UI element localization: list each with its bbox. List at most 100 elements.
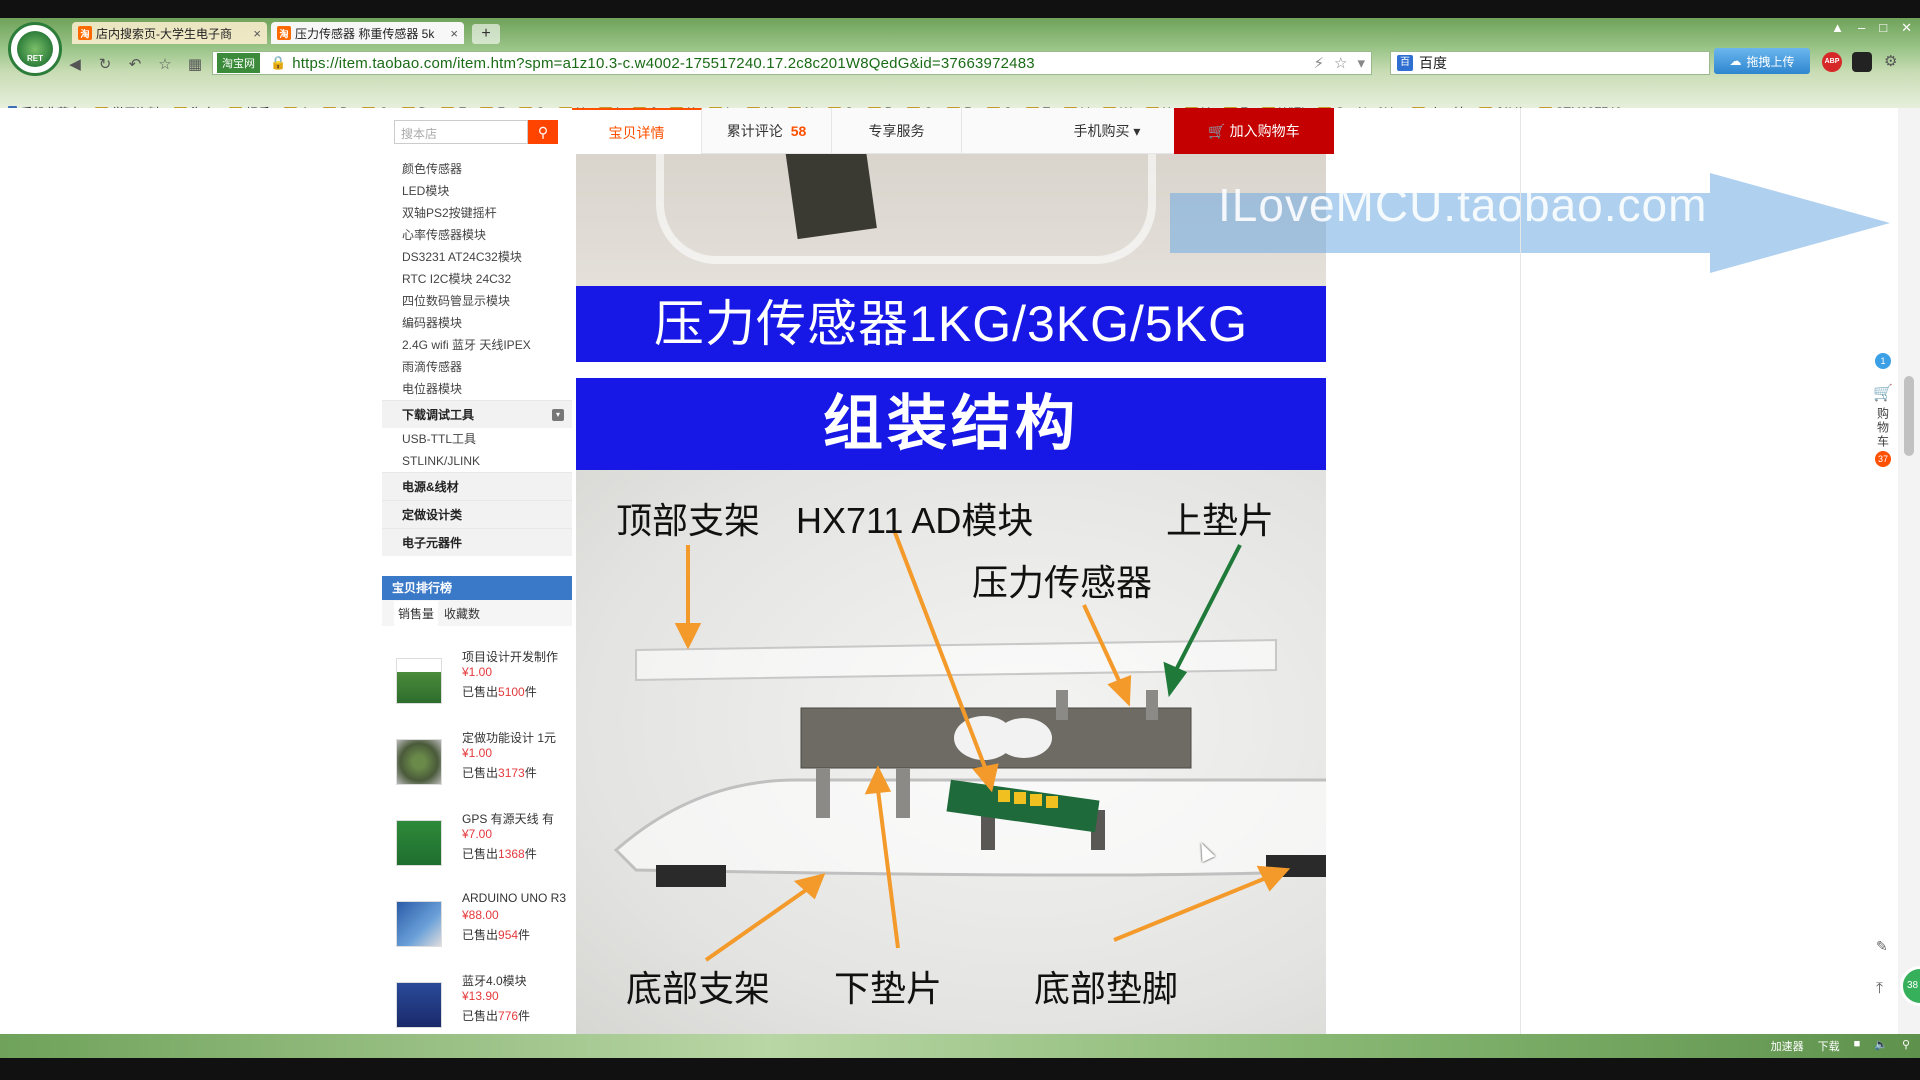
category-group-power[interactable]: 电源&线材	[382, 472, 572, 500]
tab-item-details[interactable]: 宝贝详情	[572, 108, 702, 154]
close-window-icon[interactable]: ✕	[1901, 20, 1912, 36]
apps-icon[interactable]: ▦	[186, 56, 204, 74]
rank-item-title[interactable]: 蓝牙4.0模块	[462, 972, 566, 989]
product-thumbnail[interactable]	[396, 820, 442, 866]
category-item[interactable]: 雨滴传感器	[382, 356, 572, 378]
zoom-icon[interactable]: ⚲	[1902, 1038, 1910, 1054]
lock-icon: 🔒	[270, 55, 287, 70]
new-tab-button[interactable]: +	[472, 24, 500, 44]
rank-item-sold: 已售出776件	[462, 1009, 531, 1023]
rank-item[interactable]: GPS 有源天线 有 ¥7.00 已售出1368件	[396, 810, 566, 880]
category-item[interactable]: LED模块	[382, 180, 572, 202]
dropdown-icon[interactable]: ▾	[1357, 54, 1365, 72]
bookmark-star-icon[interactable]: ☆	[1334, 54, 1347, 72]
category-item[interactable]: 四位数码管显示模块	[382, 290, 572, 312]
tab-service[interactable]: 专享服务	[832, 108, 962, 154]
cart-icon[interactable]: 🛒	[1873, 383, 1893, 403]
category-group-custom[interactable]: 定做设计类	[382, 500, 572, 528]
tab-close-icon[interactable]: ×	[450, 26, 458, 41]
accelerator-label[interactable]: 加速器	[1771, 1038, 1804, 1054]
rank-item-title[interactable]: 项目设计开发制作	[462, 648, 566, 665]
product-thumbnail[interactable]	[396, 658, 442, 704]
tray-icon[interactable]: ■	[1854, 1038, 1861, 1054]
rank-item-price: ¥7.00	[462, 827, 493, 841]
product-thumbnail[interactable]	[396, 982, 442, 1028]
rank-item[interactable]: 项目设计开发制作 ¥1.00 已售出5100件	[396, 648, 566, 718]
collapse-icon[interactable]: ▾	[552, 409, 564, 421]
download-label[interactable]: 下载	[1818, 1038, 1840, 1054]
tab-close-icon[interactable]: ×	[253, 26, 261, 41]
cart-icon: 🛒	[1208, 123, 1230, 139]
side-toolbar: 1 🛒 购物车 37	[1868, 353, 1898, 467]
product-thumbnail[interactable]	[396, 739, 442, 785]
address-bar[interactable]: 淘宝网 🔒 https://item.taobao.com/item.htm?s…	[212, 51, 1372, 75]
category-item[interactable]: 编码器模块	[382, 312, 572, 334]
label-feet: 底部垫脚	[1034, 968, 1179, 1009]
back-to-top-icon[interactable]: ⤒	[1876, 980, 1883, 998]
maximize-icon[interactable]: □	[1879, 20, 1887, 36]
tab-favorites[interactable]: 收藏数	[442, 601, 482, 626]
rank-item-sold: 已售出1368件	[462, 847, 537, 861]
category-group-download[interactable]: 下载调试工具 ▾	[382, 400, 572, 428]
category-item[interactable]: DS3231 AT24C32模块	[382, 246, 572, 268]
rank-item-title[interactable]: ARDUINO UNO R3	[462, 891, 566, 905]
wrench-icon[interactable]: ⚙	[1884, 52, 1897, 70]
tab-sales[interactable]: 销售量	[394, 601, 439, 626]
rank-item-title[interactable]: 定做功能设计 1元	[462, 729, 566, 746]
minimize-icon[interactable]: –	[1858, 20, 1865, 36]
pencil-icon[interactable]: ✎	[1876, 938, 1888, 955]
skin-icon[interactable]: ▲	[1831, 20, 1844, 36]
label-bottom-bracket: 底部支架	[626, 968, 771, 1009]
shop-sidebar: 搜本店 ⚲ 颜色传感器 LED模块 双轴PS2按键摇杆 心率传感器模块 DS32…	[382, 108, 572, 1034]
scrollbar-thumb[interactable]	[1904, 376, 1914, 456]
category-group-parts[interactable]: 电子元器件	[382, 528, 572, 556]
category-item[interactable]: 双轴PS2按键摇杆	[382, 202, 572, 224]
scrollbar[interactable]	[1898, 108, 1920, 1034]
extension-icon[interactable]	[1852, 52, 1872, 72]
category-item[interactable]: STLINK/JLINK	[382, 450, 572, 472]
shop-search-input[interactable]: 搜本店	[394, 120, 528, 144]
browser-search-box[interactable]: 百 百度	[1390, 51, 1710, 75]
undo-icon[interactable]: ↶	[126, 56, 144, 74]
baidu-icon: 百	[1397, 55, 1413, 71]
category-item[interactable]: RTC I2C模块 24C32	[382, 268, 572, 290]
tab-reviews[interactable]: 累计评论 58	[702, 108, 832, 154]
search-icon: ⚲	[537, 124, 549, 140]
rank-item-sold: 已售出954件	[462, 928, 531, 942]
rank-item-title[interactable]: GPS 有源天线 有	[462, 810, 566, 827]
upload-label: 拖拽上传	[1746, 54, 1795, 69]
browser-logo-icon[interactable]: RET	[8, 22, 62, 76]
category-item[interactable]: 电位器模块	[382, 378, 572, 400]
add-to-cart-button[interactable]: 🛒 加入购物车	[1174, 108, 1334, 154]
browser-tab-product[interactable]: 淘 压力传感器 称重传感器 5k ×	[271, 22, 464, 44]
browser-tab-search[interactable]: 淘 店内搜索页-大学生电子商 ×	[72, 22, 267, 44]
lightning-icon[interactable]: ⚡	[1313, 54, 1324, 72]
search-engine-label: 百度	[1419, 55, 1447, 71]
site-badge: 淘宝网	[217, 53, 260, 73]
adblock-icon[interactable]: ABP	[1822, 52, 1842, 72]
refresh-icon[interactable]: ↻	[96, 56, 114, 74]
notification-badge[interactable]: 1	[1875, 353, 1891, 369]
upload-button[interactable]: ☁ 拖拽上传	[1714, 48, 1810, 74]
cart-count-badge: 37	[1875, 451, 1891, 467]
rank-item[interactable]: 定做功能设计 1元 ¥1.00 已售出3173件	[396, 729, 566, 799]
star-icon[interactable]: ☆	[156, 56, 174, 74]
right-divider	[1520, 108, 1521, 1034]
category-item[interactable]: 2.4G wifi 蓝牙 天线IPEX	[382, 334, 572, 356]
shop-search-button[interactable]: ⚲	[528, 120, 558, 144]
product-thumbnail[interactable]	[396, 901, 442, 947]
category-item[interactable]: 颜色传感器	[382, 158, 572, 180]
url-text[interactable]: https://item.taobao.com/item.htm?spm=a1z…	[292, 55, 1035, 72]
category-item[interactable]: 心率传感器模块	[382, 224, 572, 246]
rank-item[interactable]: ARDUINO UNO R3 ¥88.00 已售出954件	[396, 891, 566, 961]
rank-item[interactable]: 蓝牙4.0模块 ¥13.90 已售出776件	[396, 972, 566, 1034]
tab-label: 压力传感器 称重传感器 5k	[295, 26, 435, 41]
category-item[interactable]: USB-TTL工具	[382, 428, 572, 450]
category-group-label: 下载调试工具	[402, 408, 475, 422]
assembly-banner: 组装结构	[576, 378, 1326, 470]
volume-icon[interactable]: 🔈	[1874, 1038, 1888, 1054]
back-icon[interactable]: ◀	[66, 56, 84, 74]
taobao-favicon-icon: 淘	[78, 26, 92, 40]
tab-mobile-buy[interactable]: 手机购买 ▾	[1042, 108, 1172, 154]
cart-label[interactable]: 购物车	[1875, 407, 1892, 449]
